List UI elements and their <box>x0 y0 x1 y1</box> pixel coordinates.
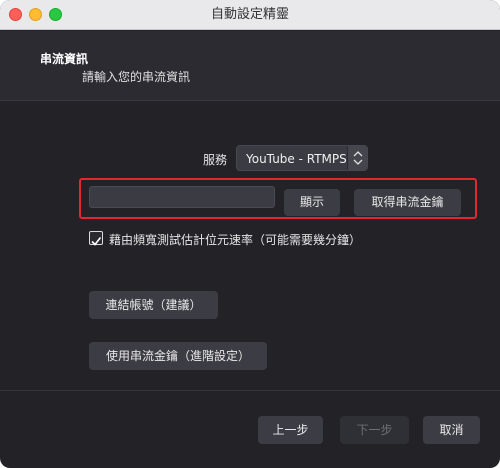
next-button[interactable]: 下一步 <box>340 416 409 444</box>
service-label: 服務 <box>203 153 228 167</box>
previous-button[interactable]: 上一步 <box>258 416 323 444</box>
use-stream-key-button[interactable]: 使用串流金鑰（進階設定） <box>89 342 267 370</box>
service-select-value: YouTube - RTMPS <box>246 152 347 166</box>
cancel-button[interactable]: 取消 <box>423 416 480 444</box>
chevron-up-down-icon <box>347 146 367 170</box>
bandwidth-test-checkbox[interactable] <box>89 231 103 246</box>
stream-key-input[interactable] <box>89 186 275 208</box>
title-bar: 自動設定精靈 <box>0 0 500 30</box>
page-title: 串流資訊 <box>40 52 89 66</box>
bandwidth-test-label: 藉由頻寬測試估計位元速率（可能需要幾分鐘） <box>109 233 362 247</box>
checkmark-icon <box>91 237 102 246</box>
footer-divider <box>0 390 500 391</box>
page-header: 串流資訊 請輸入您的串流資訊 <box>0 31 500 101</box>
get-stream-key-button[interactable]: 取得串流金鑰 <box>354 189 461 216</box>
page-subtitle: 請輸入您的串流資訊 <box>82 70 191 84</box>
window-title: 自動設定精靈 <box>210 7 289 22</box>
show-key-button[interactable]: 顯示 <box>284 189 340 216</box>
auto-config-wizard-window: 自動設定精靈 串流資訊 請輸入您的串流資訊 服務 YouTube - RTMPS… <box>0 0 500 468</box>
connect-account-button[interactable]: 連結帳號（建議） <box>89 291 218 319</box>
service-select[interactable]: YouTube - RTMPS <box>236 145 368 171</box>
